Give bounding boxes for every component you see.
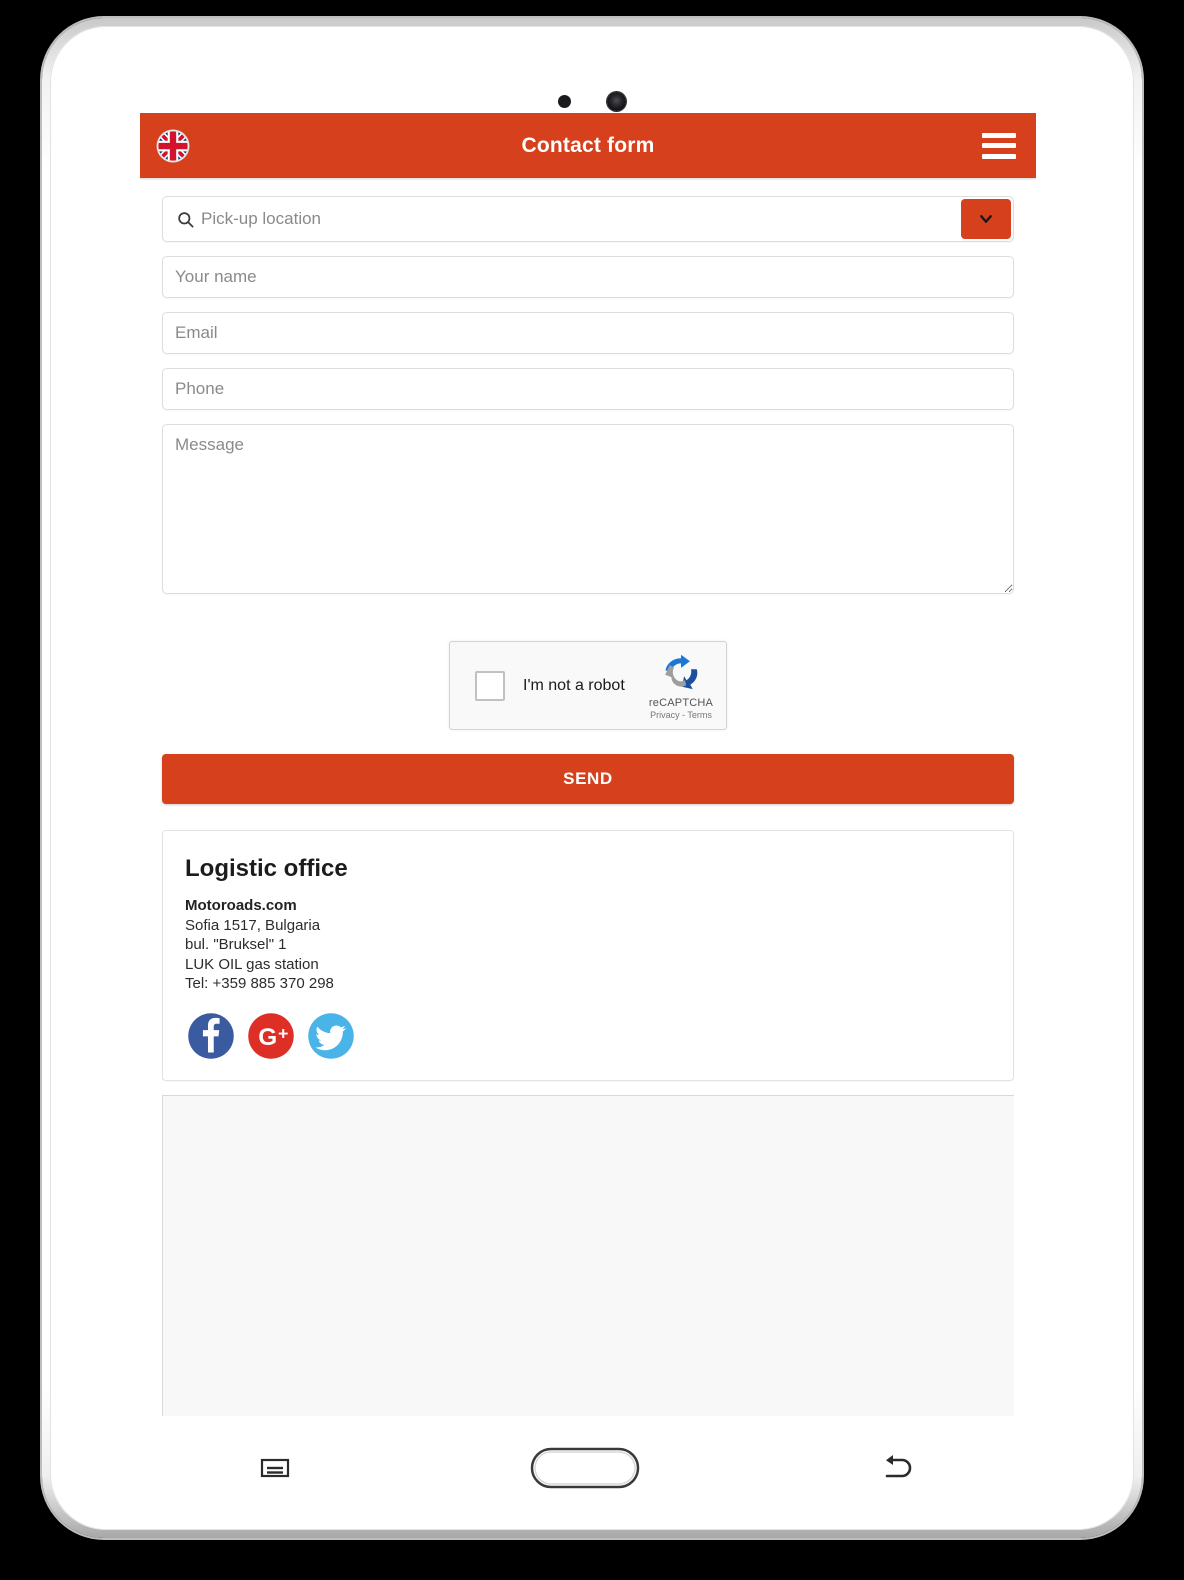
page-filler-area — [162, 1094, 1014, 1416]
pickup-location-field[interactable] — [162, 196, 1014, 242]
office-company: Motoroads.com — [185, 897, 297, 914]
page-title: Contact form — [521, 133, 655, 157]
pickup-dropdown-button[interactable] — [961, 199, 1011, 239]
phone-row — [162, 368, 1014, 410]
menu-bar-3 — [982, 153, 1016, 159]
pickup-location-input[interactable] — [197, 197, 959, 241]
recaptcha-brand: reCAPTCHA Privacy - Terms — [644, 652, 726, 720]
uk-flag-icon[interactable] — [156, 129, 190, 163]
recaptcha-logo-icon — [665, 654, 698, 689]
facebook-icon[interactable] — [185, 1010, 237, 1062]
svg-text:+: + — [278, 1023, 288, 1043]
device-screen: Contact form Pick-up location Your name … — [140, 113, 1036, 1416]
search-icon — [163, 197, 197, 241]
recaptcha-legal-links[interactable]: Privacy - Terms — [644, 710, 718, 720]
recents-button[interactable] — [258, 1453, 292, 1483]
send-button[interactable]: SEND — [162, 754, 1014, 804]
office-address-line: LUK OIL gas station — [185, 955, 319, 973]
front-camera-icon — [607, 91, 626, 111]
back-arrow-icon — [885, 1455, 911, 1478]
sensor-row — [42, 88, 1142, 114]
message-textarea[interactable] — [162, 424, 1014, 594]
email-row — [162, 312, 1014, 354]
message-row — [162, 424, 1014, 599]
logistic-office-card: Logistic office Motoroads.com Sofia 1517… — [162, 830, 1014, 1081]
recents-icon — [261, 1458, 290, 1478]
proximity-sensor-icon — [558, 94, 571, 108]
google-plus-icon[interactable]: G + — [245, 1010, 297, 1062]
recaptcha-checkbox[interactable] — [475, 670, 505, 701]
app-header: Contact form — [140, 113, 1036, 178]
recaptcha-zone: I'm not a robot reCAPTCHA Privacy - Term… — [162, 613, 1014, 754]
office-address-line: Sofia 1517, Bulgaria — [185, 916, 321, 934]
hamburger-menu-icon[interactable] — [982, 132, 1016, 159]
phone-input[interactable] — [162, 368, 1014, 410]
recaptcha-widget[interactable]: I'm not a robot reCAPTCHA Privacy - Term… — [449, 641, 727, 730]
twitter-icon[interactable] — [305, 1010, 357, 1062]
android-navigation-bar — [140, 1420, 1036, 1516]
home-icon — [530, 1447, 640, 1489]
email-input[interactable] — [162, 312, 1014, 354]
menu-bar-1 — [982, 132, 1016, 138]
your-name-input[interactable] — [162, 256, 1014, 298]
office-phone-line: Tel: +359 885 370 298 — [185, 975, 334, 992]
pickup-location-row — [162, 196, 1014, 242]
social-links: G + — [185, 1010, 991, 1062]
name-row — [162, 256, 1014, 298]
menu-bar-2 — [982, 143, 1016, 148]
office-address-line: bul. "Bruksel" 1 — [185, 936, 287, 953]
svg-text:G: G — [258, 1023, 277, 1050]
recaptcha-label: I'm not a robot — [523, 676, 625, 694]
recaptcha-brand-name: reCAPTCHA — [648, 696, 714, 709]
chevron-down-icon — [980, 215, 992, 223]
home-button[interactable] — [529, 1444, 641, 1492]
office-title: Logistic office — [185, 855, 348, 882]
back-button[interactable] — [878, 1451, 918, 1485]
contact-form: I'm not a robot reCAPTCHA Privacy - Term… — [140, 178, 1036, 1416]
